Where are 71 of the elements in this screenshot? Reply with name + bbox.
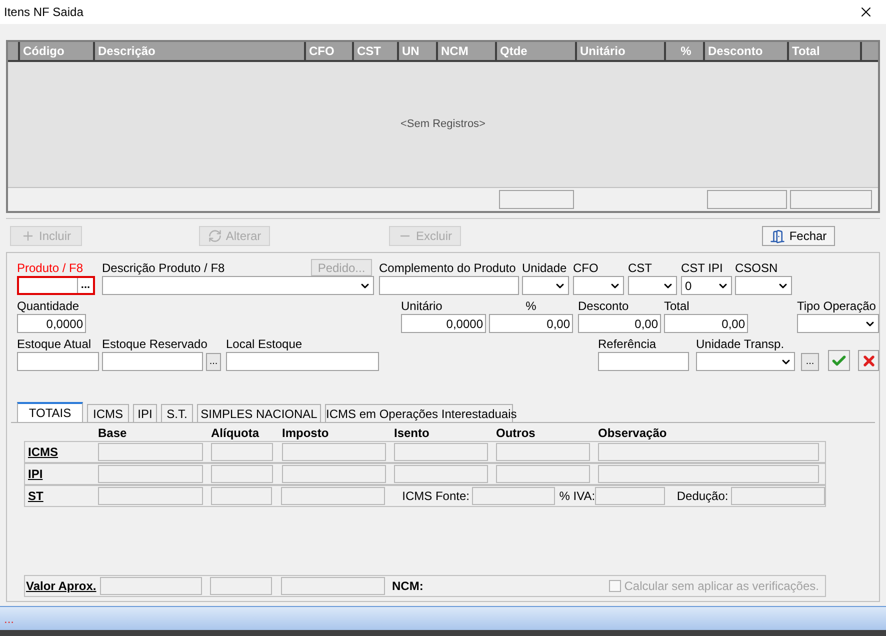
column-header: Alíquota [211, 426, 260, 441]
field-label: % [524, 298, 538, 314]
field-label: Referência [598, 336, 658, 352]
field-label: % IVA: [559, 488, 596, 505]
field-label: Dedução: [676, 488, 728, 505]
field-label: Descrição Produto / F8 [102, 260, 225, 276]
column-header: Imposto [282, 426, 330, 441]
tab[interactable]: SIMPLES NACIONAL [197, 404, 321, 422]
input-field[interactable] [379, 276, 519, 295]
refresh-icon [208, 229, 222, 243]
row-label: Valor Aprox. [26, 578, 98, 595]
field-label: CST [628, 260, 652, 276]
input-field[interactable] [226, 352, 379, 371]
dropdown-field[interactable] [696, 352, 795, 371]
field-label: Total [664, 298, 690, 314]
field-label: Complemento do Produto [379, 260, 516, 276]
input-field[interactable]: 0,0000 [17, 314, 86, 333]
field-label: Produto / F8 [17, 260, 84, 276]
input-field[interactable] [17, 352, 99, 371]
lookup-button[interactable]: ... [77, 278, 93, 293]
field-label: ICMS Fonte: [402, 488, 470, 505]
field-label: Estoque Atual [17, 336, 92, 352]
column-header: Isento [394, 426, 430, 441]
dropdown-field[interactable] [628, 276, 677, 295]
field-label: Local Estoque [226, 336, 304, 352]
toolbar-button[interactable]: Fechar [762, 226, 835, 246]
field-label: CST IPI [681, 260, 723, 276]
input-field[interactable] [598, 352, 689, 371]
window-title: Itens NF Saida [4, 4, 84, 21]
door-icon [770, 228, 786, 244]
field-label: Tipo Operação [797, 298, 877, 314]
field-label: Unidade [522, 260, 567, 276]
tab[interactable]: ICMS [87, 404, 129, 422]
row-label: IPI [28, 466, 44, 483]
field-label: NCM: [392, 578, 424, 595]
cancel-button[interactable] [858, 350, 879, 371]
input-field[interactable] [102, 352, 203, 371]
input-field[interactable]: 0,00 [489, 314, 573, 333]
field-label: Desconto [578, 298, 630, 314]
dropdown-field[interactable] [797, 314, 879, 333]
browse-button[interactable]: ... [801, 353, 819, 371]
browse-button[interactable]: ... [206, 353, 221, 371]
field-label: Unidade Transp. [696, 336, 786, 352]
input-field[interactable]: ... [17, 276, 95, 295]
row-label: ST [28, 488, 44, 505]
tab[interactable]: IPI [133, 404, 157, 422]
field-label: CSOSN [735, 260, 778, 276]
cancel-icon [860, 352, 876, 368]
check-icon [831, 352, 847, 368]
empty-text: <Sem Registros> [400, 117, 486, 132]
plus-icon [20, 229, 35, 243]
field-label: CFO [573, 260, 598, 276]
field-label: Unitário [401, 298, 444, 314]
dropdown-field[interactable] [522, 276, 569, 295]
status-text: ... [4, 612, 14, 624]
input-field[interactable]: 0,00 [578, 314, 661, 333]
confirm-button[interactable] [828, 350, 850, 371]
input-field[interactable]: 0,00 [664, 314, 748, 333]
field-label: Quantidade [17, 298, 80, 314]
column-header: Observação [598, 426, 668, 441]
tab[interactable]: S.T. [161, 404, 193, 422]
tab[interactable]: TOTAIS [17, 402, 83, 422]
column-header: Outros [496, 426, 536, 441]
dropdown-field[interactable] [735, 276, 792, 295]
field-value: 0 [684, 280, 693, 292]
row-label: ICMS [28, 444, 59, 461]
dropdown-field[interactable] [573, 276, 624, 295]
dropdown-field[interactable] [102, 276, 374, 295]
column-header: Base [98, 426, 128, 441]
dropdown-field[interactable]: 0 [681, 276, 732, 295]
input-field[interactable]: 0,0000 [401, 314, 486, 333]
